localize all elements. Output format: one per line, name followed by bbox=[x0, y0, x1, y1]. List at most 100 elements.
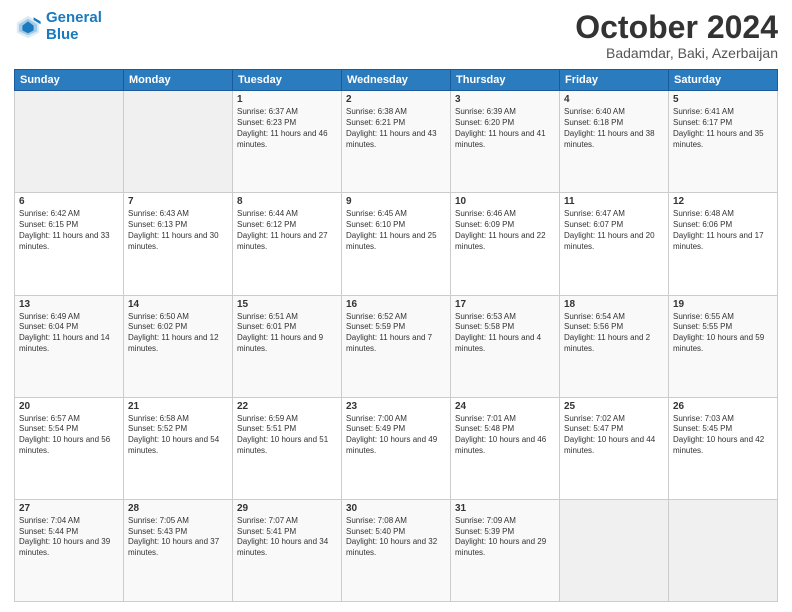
day-number: 25 bbox=[564, 401, 664, 412]
calendar-day: 19 Sunrise: 6:55 AMSunset: 5:55 PMDaylig… bbox=[669, 295, 778, 397]
day-info: Sunrise: 6:55 AMSunset: 5:55 PMDaylight:… bbox=[673, 312, 773, 355]
calendar-day: 23 Sunrise: 7:00 AMSunset: 5:49 PMDaylig… bbox=[342, 397, 451, 499]
calendar-day: 7 Sunrise: 6:43 AMSunset: 6:13 PMDayligh… bbox=[124, 193, 233, 295]
calendar-day: 16 Sunrise: 6:52 AMSunset: 5:59 PMDaylig… bbox=[342, 295, 451, 397]
day-info: Sunrise: 7:04 AMSunset: 5:44 PMDaylight:… bbox=[19, 516, 119, 559]
day-info: Sunrise: 6:43 AMSunset: 6:13 PMDaylight:… bbox=[128, 209, 228, 252]
calendar-day: 3 Sunrise: 6:39 AMSunset: 6:20 PMDayligh… bbox=[451, 91, 560, 193]
day-info: Sunrise: 6:52 AMSunset: 5:59 PMDaylight:… bbox=[346, 312, 446, 355]
calendar-day bbox=[124, 91, 233, 193]
month-title: October 2024 bbox=[575, 10, 778, 45]
day-info: Sunrise: 7:00 AMSunset: 5:49 PMDaylight:… bbox=[346, 414, 446, 457]
day-info: Sunrise: 6:46 AMSunset: 6:09 PMDaylight:… bbox=[455, 209, 555, 252]
calendar-day bbox=[560, 499, 669, 601]
location-title: Badamdar, Baki, Azerbaijan bbox=[575, 45, 778, 61]
header-wednesday: Wednesday bbox=[342, 70, 451, 91]
day-info: Sunrise: 6:53 AMSunset: 5:58 PMDaylight:… bbox=[455, 312, 555, 355]
title-block: October 2024 Badamdar, Baki, Azerbaijan bbox=[575, 10, 778, 61]
day-info: Sunrise: 7:08 AMSunset: 5:40 PMDaylight:… bbox=[346, 516, 446, 559]
logo-general: General bbox=[46, 9, 102, 26]
day-number: 10 bbox=[455, 196, 555, 207]
day-number: 7 bbox=[128, 196, 228, 207]
day-number: 30 bbox=[346, 503, 446, 514]
day-info: Sunrise: 6:50 AMSunset: 6:02 PMDaylight:… bbox=[128, 312, 228, 355]
calendar-day: 5 Sunrise: 6:41 AMSunset: 6:17 PMDayligh… bbox=[669, 91, 778, 193]
logo-icon bbox=[14, 13, 42, 41]
day-number: 13 bbox=[19, 299, 119, 310]
calendar-table: Sunday Monday Tuesday Wednesday Thursday… bbox=[14, 69, 778, 602]
calendar-week-3: 20 Sunrise: 6:57 AMSunset: 5:54 PMDaylig… bbox=[15, 397, 778, 499]
logo-blue: Blue bbox=[46, 26, 79, 43]
calendar-day: 9 Sunrise: 6:45 AMSunset: 6:10 PMDayligh… bbox=[342, 193, 451, 295]
calendar-day: 18 Sunrise: 6:54 AMSunset: 5:56 PMDaylig… bbox=[560, 295, 669, 397]
day-info: Sunrise: 7:03 AMSunset: 5:45 PMDaylight:… bbox=[673, 414, 773, 457]
calendar-day: 11 Sunrise: 6:47 AMSunset: 6:07 PMDaylig… bbox=[560, 193, 669, 295]
calendar-day bbox=[15, 91, 124, 193]
day-number: 20 bbox=[19, 401, 119, 412]
day-number: 17 bbox=[455, 299, 555, 310]
header-sunday: Sunday bbox=[15, 70, 124, 91]
day-info: Sunrise: 6:40 AMSunset: 6:18 PMDaylight:… bbox=[564, 107, 664, 150]
day-info: Sunrise: 7:09 AMSunset: 5:39 PMDaylight:… bbox=[455, 516, 555, 559]
calendar-day: 12 Sunrise: 6:48 AMSunset: 6:06 PMDaylig… bbox=[669, 193, 778, 295]
day-info: Sunrise: 6:45 AMSunset: 6:10 PMDaylight:… bbox=[346, 209, 446, 252]
calendar-day bbox=[669, 499, 778, 601]
day-number: 3 bbox=[455, 94, 555, 105]
calendar-day: 26 Sunrise: 7:03 AMSunset: 5:45 PMDaylig… bbox=[669, 397, 778, 499]
day-info: Sunrise: 7:05 AMSunset: 5:43 PMDaylight:… bbox=[128, 516, 228, 559]
day-number: 15 bbox=[237, 299, 337, 310]
calendar-day: 24 Sunrise: 7:01 AMSunset: 5:48 PMDaylig… bbox=[451, 397, 560, 499]
day-number: 14 bbox=[128, 299, 228, 310]
day-info: Sunrise: 7:02 AMSunset: 5:47 PMDaylight:… bbox=[564, 414, 664, 457]
day-number: 24 bbox=[455, 401, 555, 412]
day-number: 2 bbox=[346, 94, 446, 105]
day-info: Sunrise: 6:57 AMSunset: 5:54 PMDaylight:… bbox=[19, 414, 119, 457]
day-number: 9 bbox=[346, 196, 446, 207]
day-info: Sunrise: 6:37 AMSunset: 6:23 PMDaylight:… bbox=[237, 107, 337, 150]
day-number: 12 bbox=[673, 196, 773, 207]
calendar-day: 1 Sunrise: 6:37 AMSunset: 6:23 PMDayligh… bbox=[233, 91, 342, 193]
day-number: 23 bbox=[346, 401, 446, 412]
day-number: 16 bbox=[346, 299, 446, 310]
calendar-day: 17 Sunrise: 6:53 AMSunset: 5:58 PMDaylig… bbox=[451, 295, 560, 397]
day-info: Sunrise: 6:54 AMSunset: 5:56 PMDaylight:… bbox=[564, 312, 664, 355]
calendar-day: 2 Sunrise: 6:38 AMSunset: 6:21 PMDayligh… bbox=[342, 91, 451, 193]
day-info: Sunrise: 6:42 AMSunset: 6:15 PMDaylight:… bbox=[19, 209, 119, 252]
calendar-day: 30 Sunrise: 7:08 AMSunset: 5:40 PMDaylig… bbox=[342, 499, 451, 601]
calendar-day: 27 Sunrise: 7:04 AMSunset: 5:44 PMDaylig… bbox=[15, 499, 124, 601]
day-info: Sunrise: 6:49 AMSunset: 6:04 PMDaylight:… bbox=[19, 312, 119, 355]
calendar-day: 28 Sunrise: 7:05 AMSunset: 5:43 PMDaylig… bbox=[124, 499, 233, 601]
logo: General Blue bbox=[14, 10, 102, 43]
day-number: 19 bbox=[673, 299, 773, 310]
calendar-day: 25 Sunrise: 7:02 AMSunset: 5:47 PMDaylig… bbox=[560, 397, 669, 499]
day-number: 5 bbox=[673, 94, 773, 105]
calendar-week-0: 1 Sunrise: 6:37 AMSunset: 6:23 PMDayligh… bbox=[15, 91, 778, 193]
header: General Blue October 2024 Badamdar, Baki… bbox=[14, 10, 778, 61]
day-info: Sunrise: 6:58 AMSunset: 5:52 PMDaylight:… bbox=[128, 414, 228, 457]
day-info: Sunrise: 6:38 AMSunset: 6:21 PMDaylight:… bbox=[346, 107, 446, 150]
header-thursday: Thursday bbox=[451, 70, 560, 91]
day-number: 1 bbox=[237, 94, 337, 105]
logo-text: General Blue bbox=[46, 10, 102, 43]
day-info: Sunrise: 6:51 AMSunset: 6:01 PMDaylight:… bbox=[237, 312, 337, 355]
day-number: 8 bbox=[237, 196, 337, 207]
header-friday: Friday bbox=[560, 70, 669, 91]
calendar-day: 10 Sunrise: 6:46 AMSunset: 6:09 PMDaylig… bbox=[451, 193, 560, 295]
calendar-day: 22 Sunrise: 6:59 AMSunset: 5:51 PMDaylig… bbox=[233, 397, 342, 499]
day-info: Sunrise: 6:44 AMSunset: 6:12 PMDaylight:… bbox=[237, 209, 337, 252]
calendar-day: 20 Sunrise: 6:57 AMSunset: 5:54 PMDaylig… bbox=[15, 397, 124, 499]
header-saturday: Saturday bbox=[669, 70, 778, 91]
day-info: Sunrise: 7:01 AMSunset: 5:48 PMDaylight:… bbox=[455, 414, 555, 457]
day-number: 6 bbox=[19, 196, 119, 207]
day-number: 27 bbox=[19, 503, 119, 514]
calendar-day: 31 Sunrise: 7:09 AMSunset: 5:39 PMDaylig… bbox=[451, 499, 560, 601]
day-number: 26 bbox=[673, 401, 773, 412]
day-info: Sunrise: 7:07 AMSunset: 5:41 PMDaylight:… bbox=[237, 516, 337, 559]
calendar-day: 4 Sunrise: 6:40 AMSunset: 6:18 PMDayligh… bbox=[560, 91, 669, 193]
day-info: Sunrise: 6:59 AMSunset: 5:51 PMDaylight:… bbox=[237, 414, 337, 457]
day-number: 21 bbox=[128, 401, 228, 412]
calendar-week-1: 6 Sunrise: 6:42 AMSunset: 6:15 PMDayligh… bbox=[15, 193, 778, 295]
day-number: 22 bbox=[237, 401, 337, 412]
header-monday: Monday bbox=[124, 70, 233, 91]
header-row: Sunday Monday Tuesday Wednesday Thursday… bbox=[15, 70, 778, 91]
